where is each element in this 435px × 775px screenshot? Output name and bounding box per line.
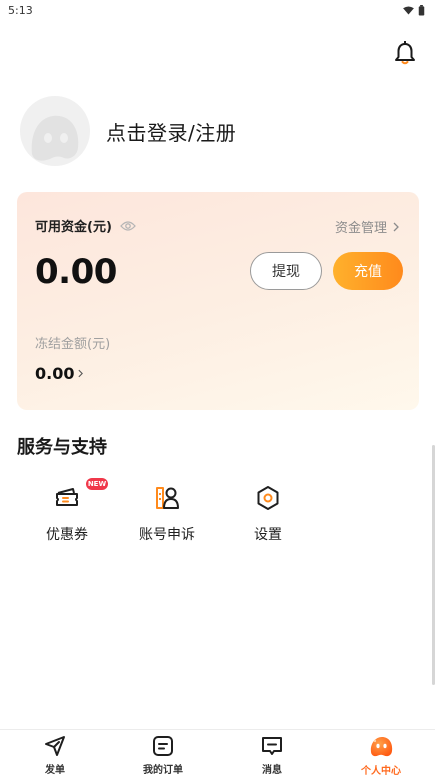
chevron-right-icon [393,222,399,231]
tab-send-order[interactable]: 发单 [15,730,95,775]
login-register-link[interactable]: 点击登录/注册 [106,117,236,146]
profile-mascot-icon [370,737,393,757]
bottom-tab-bar: 发单 我的订单 消息 个人中心 [0,729,435,775]
orders-icon [153,735,173,756]
default-avatar-icon [31,115,79,161]
status-time: 5:13 [8,3,33,17]
frozen-amount-value: 0.00 [35,364,75,383]
tab-profile-center-label: 个人中心 [361,766,401,775]
frozen-amount[interactable]: 0.00 [35,364,84,383]
new-badge: NEW [86,478,108,490]
service-account-appeal[interactable]: 账号申诉 [117,478,217,548]
available-balance: 0.00 [35,252,117,292]
fund-management-label: 资金管理 [334,221,387,236]
avatar[interactable] [20,96,90,166]
tab-send-order-label: 发单 [45,765,65,775]
send-icon [45,735,65,756]
message-icon [262,736,282,755]
service-settings-label: 设置 [254,527,282,543]
profile-header[interactable]: 点击登录/注册 [20,96,236,166]
battery-icon [418,4,425,16]
wallet-card: 可用资金(元) 资金管理 0.00 提现 充值 冻结金额(元) 0.00 [17,192,419,410]
appeal-icon [156,487,179,509]
tab-my-orders[interactable]: 我的订单 [123,730,203,775]
service-settings[interactable]: 设置 [218,478,318,548]
services-section-title: 服务与支持 [17,437,107,458]
eye-icon[interactable] [120,220,136,232]
settings-icon [257,486,279,510]
service-account-appeal-label: 账号申诉 [139,527,195,543]
available-funds-title: 可用资金(元) [35,216,136,235]
service-coupon-label: 优惠券 [46,527,88,543]
bell-icon[interactable] [394,41,416,65]
status-icons [403,4,425,16]
wifi-icon [403,5,414,15]
withdraw-button[interactable]: 提现 [250,252,322,290]
tab-my-orders-label: 我的订单 [143,765,183,775]
status-bar: 5:13 [0,0,435,20]
tab-messages-label: 消息 [262,765,282,775]
recharge-button[interactable]: 充值 [333,252,403,290]
tab-profile-center[interactable]: 个人中心 [341,730,421,775]
coupon-icon [56,488,78,506]
available-funds-label: 可用资金(元) [35,220,112,235]
chevron-right-icon [78,369,84,378]
fund-management-link[interactable]: 资金管理 [335,217,399,236]
frozen-amount-label: 冻结金额(元) [35,337,111,352]
tab-messages[interactable]: 消息 [232,730,312,775]
